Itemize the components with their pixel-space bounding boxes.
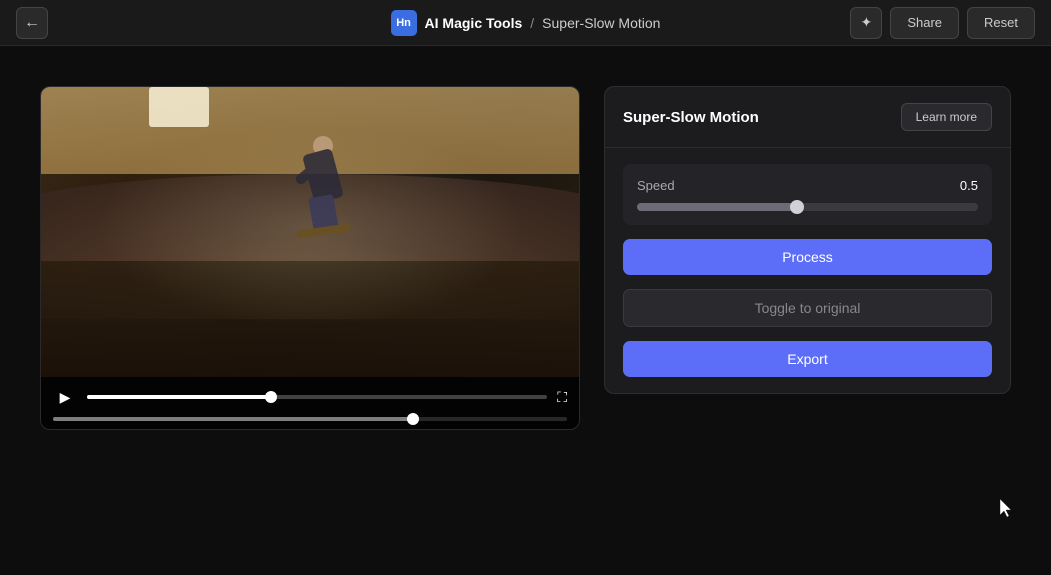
play-button[interactable]: ▶: [53, 385, 77, 409]
video-scene: [41, 87, 579, 377]
timeline-fill: [53, 417, 413, 421]
fullscreen-button[interactable]: ⛶: [557, 389, 567, 406]
process-button[interactable]: Process: [623, 239, 992, 275]
learn-more-label: Learn more: [916, 110, 977, 124]
play-icon: ▶: [60, 389, 71, 406]
toggle-label: Toggle to original: [755, 300, 861, 316]
topbar-left: ←: [16, 7, 48, 39]
back-icon: ←: [24, 14, 40, 32]
reset-button[interactable]: Reset: [967, 7, 1035, 39]
magic-icon: ✦: [860, 14, 872, 31]
video-frame: [41, 87, 579, 377]
speed-header: Speed 0.5: [637, 178, 978, 193]
video-timeline[interactable]: [53, 417, 567, 421]
toggle-original-button[interactable]: Toggle to original: [623, 289, 992, 327]
topbar: ← Hn AI Magic Tools / Super-Slow Motion …: [0, 0, 1051, 46]
scene-skater: [283, 131, 363, 251]
video-panel: ▶ ⛶: [40, 86, 580, 430]
speed-slider[interactable]: [637, 203, 978, 211]
speed-value: 0.5: [960, 178, 978, 193]
topbar-center: Hn AI Magic Tools / Super-Slow Motion: [391, 10, 661, 36]
speed-label: Speed: [637, 178, 675, 193]
panel-body: Speed 0.5 Process Toggle to original Exp…: [605, 148, 1010, 393]
panel-title: Super-Slow Motion: [623, 109, 759, 126]
export-label: Export: [787, 351, 827, 367]
badge-text: Hn: [396, 17, 411, 29]
process-label: Process: [782, 249, 833, 265]
topbar-right: ✦ Share Reset: [850, 7, 1035, 39]
reset-label: Reset: [984, 15, 1018, 30]
hn-badge: Hn: [391, 10, 417, 36]
main-content: ▶ ⛶ Super-Slow Motion: [0, 46, 1051, 575]
right-panel: Super-Slow Motion Learn more Speed 0.5 P…: [604, 86, 1011, 394]
scene-light: [149, 87, 209, 127]
video-controls: ▶ ⛶: [41, 377, 579, 429]
timeline-thumb: [407, 413, 419, 425]
speed-section: Speed 0.5: [623, 164, 992, 225]
learn-more-button[interactable]: Learn more: [901, 103, 992, 131]
magic-button[interactable]: ✦: [850, 7, 882, 39]
progress-thumb: [265, 391, 277, 403]
breadcrumb-subtitle: Super-Slow Motion: [542, 15, 660, 31]
panel-header: Super-Slow Motion Learn more: [605, 87, 1010, 148]
breadcrumb-separator: /: [530, 15, 534, 31]
controls-top: ▶ ⛶: [53, 385, 567, 409]
speed-slider-thumb: [790, 200, 804, 214]
share-label: Share: [907, 15, 942, 30]
breadcrumb-title: AI Magic Tools: [425, 15, 523, 31]
video-progress-bar[interactable]: [87, 395, 547, 399]
export-button[interactable]: Export: [623, 341, 992, 377]
speed-slider-fill: [637, 203, 797, 211]
share-button[interactable]: Share: [890, 7, 959, 39]
progress-fill: [87, 395, 271, 399]
fullscreen-icon: ⛶: [557, 389, 567, 406]
back-button[interactable]: ←: [16, 7, 48, 39]
